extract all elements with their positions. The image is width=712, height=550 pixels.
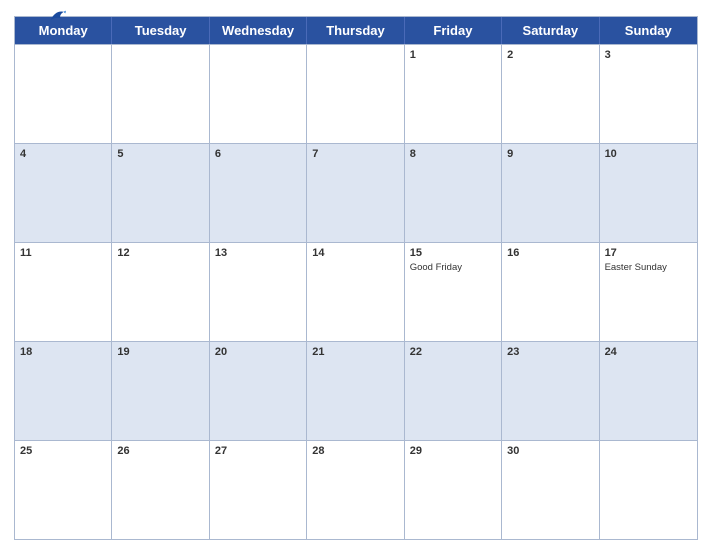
calendar-cell: 2	[502, 45, 599, 143]
day-number: 21	[312, 345, 398, 360]
logo-bird-icon	[49, 8, 67, 22]
calendar-cell	[600, 441, 697, 539]
day-number: 6	[215, 147, 301, 162]
day-number: 14	[312, 246, 398, 261]
calendar-cell: 29	[405, 441, 502, 539]
day-number: 2	[507, 48, 593, 63]
calendar-week-1: 123	[15, 44, 697, 143]
calendar-cell: 12	[112, 243, 209, 341]
day-number: 29	[410, 444, 496, 459]
day-number: 1	[410, 48, 496, 63]
day-number: 5	[117, 147, 203, 162]
calendar-cell: 27	[210, 441, 307, 539]
calendar-cell: 25	[15, 441, 112, 539]
logo	[14, 10, 84, 22]
calendar-cell: 26	[112, 441, 209, 539]
day-number: 15	[410, 246, 496, 261]
day-number: 4	[20, 147, 106, 162]
header-cell-thursday: Thursday	[307, 17, 404, 44]
calendar: MondayTuesdayWednesdayThursdayFridaySatu…	[14, 16, 698, 540]
day-event: Easter Sunday	[605, 262, 692, 274]
calendar-header: MondayTuesdayWednesdayThursdayFridaySatu…	[15, 17, 697, 44]
day-number: 30	[507, 444, 593, 459]
calendar-cell: 10	[600, 144, 697, 242]
calendar-cell: 8	[405, 144, 502, 242]
day-number: 25	[20, 444, 106, 459]
day-number: 28	[312, 444, 398, 459]
day-event: Good Friday	[410, 262, 496, 274]
day-number: 3	[605, 48, 692, 63]
calendar-cell: 1	[405, 45, 502, 143]
calendar-cell: 17Easter Sunday	[600, 243, 697, 341]
calendar-cell	[307, 45, 404, 143]
calendar-cell	[112, 45, 209, 143]
calendar-cell: 11	[15, 243, 112, 341]
day-number: 23	[507, 345, 593, 360]
calendar-cell: 24	[600, 342, 697, 440]
day-number: 13	[215, 246, 301, 261]
calendar-cell: 6	[210, 144, 307, 242]
day-number: 9	[507, 147, 593, 162]
day-number: 22	[410, 345, 496, 360]
day-number: 24	[605, 345, 692, 360]
calendar-cell: 20	[210, 342, 307, 440]
calendar-cell: 18	[15, 342, 112, 440]
day-number: 19	[117, 345, 203, 360]
day-number: 26	[117, 444, 203, 459]
day-number: 20	[215, 345, 301, 360]
calendar-cell: 9	[502, 144, 599, 242]
header-cell-wednesday: Wednesday	[210, 17, 307, 44]
calendar-cell: 14	[307, 243, 404, 341]
calendar-cell: 22	[405, 342, 502, 440]
day-number: 8	[410, 147, 496, 162]
calendar-cell	[210, 45, 307, 143]
calendar-week-2: 456789 10	[15, 143, 697, 242]
calendar-cell: 5	[112, 144, 209, 242]
day-number: 11	[20, 246, 106, 261]
calendar-cell: 16	[502, 243, 599, 341]
calendar-cell: 3	[600, 45, 697, 143]
header-cell-sunday: Sunday	[600, 17, 697, 44]
calendar-cell: 19	[112, 342, 209, 440]
day-number: 16	[507, 246, 593, 261]
header-cell-tuesday: Tuesday	[112, 17, 209, 44]
calendar-week-5: 25 26 27 28 29 30	[15, 440, 697, 539]
calendar-cell: 30	[502, 441, 599, 539]
day-number: 27	[215, 444, 301, 459]
calendar-cell: 23	[502, 342, 599, 440]
calendar-cell: 13	[210, 243, 307, 341]
calendar-cell: 7	[307, 144, 404, 242]
header-cell-saturday: Saturday	[502, 17, 599, 44]
day-number: 18	[20, 345, 106, 360]
calendar-cell: 4	[15, 144, 112, 242]
calendar-cell: 28	[307, 441, 404, 539]
calendar-week-4: 18 19 20 21 22 23 24	[15, 341, 697, 440]
page: MondayTuesdayWednesdayThursdayFridaySatu…	[0, 0, 712, 550]
day-number: 12	[117, 246, 203, 261]
header-cell-friday: Friday	[405, 17, 502, 44]
calendar-cell: 21	[307, 342, 404, 440]
calendar-cell: 15Good Friday	[405, 243, 502, 341]
day-number: 7	[312, 147, 398, 162]
day-number: 10	[605, 147, 692, 162]
calendar-cell	[15, 45, 112, 143]
calendar-week-3: 11 12 13 14 15Good Friday 16 17Easter Sunday	[15, 242, 697, 341]
day-number: 17	[605, 246, 692, 261]
calendar-body: 123456789101112131415Good Friday1617East…	[15, 44, 697, 539]
